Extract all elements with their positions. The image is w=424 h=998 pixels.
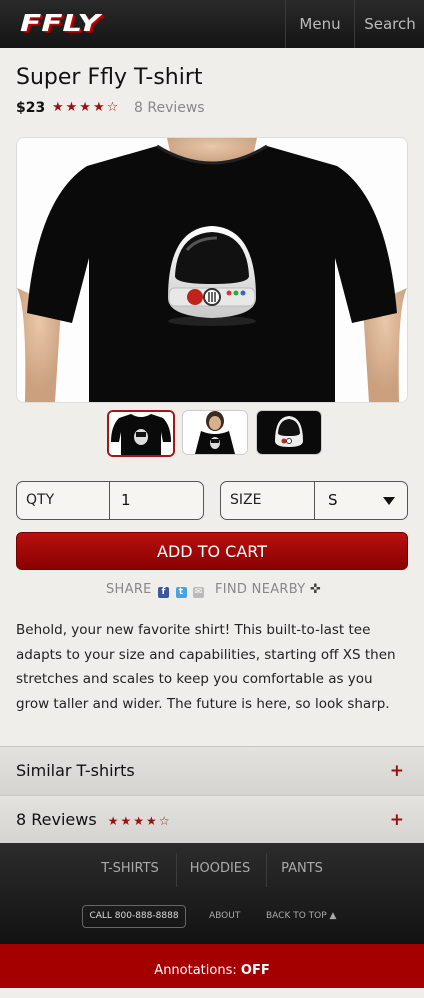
qty-input[interactable]: 1	[121, 482, 131, 519]
footer-divider	[176, 853, 177, 887]
search-button[interactable]: Search	[354, 0, 424, 48]
logo[interactable]: FFLY	[20, 9, 100, 39]
similar-tshirts-title: Similar T-shirts	[16, 761, 135, 780]
thumbnail-front-image	[109, 412, 173, 455]
thumbnail-model[interactable]	[182, 410, 248, 455]
tshirt-illustration	[17, 138, 407, 402]
thumbnail-model-image	[183, 411, 247, 454]
menu-button[interactable]: Menu	[285, 0, 354, 48]
top-header: FFLY Menu Search	[0, 0, 424, 48]
reviews-section[interactable]: 8 Reviews ★★★★☆ +	[0, 795, 424, 844]
size-divider	[314, 482, 315, 519]
review-count-link[interactable]: 8 Reviews	[134, 100, 205, 116]
reviews-title-text: 8 Reviews	[16, 810, 97, 829]
crosshair-icon: ✜	[309, 582, 322, 597]
annotations-toggle[interactable]: Annotations: OFF	[0, 944, 424, 988]
back-to-top-link[interactable]: BACK TO TOP ▲	[266, 905, 336, 928]
qty-label: QTY	[26, 492, 55, 508]
call-button[interactable]: CALL 800-888-8888	[82, 905, 186, 928]
footer-nav-hoodies[interactable]: HOODIES	[180, 843, 260, 887]
find-nearby-label: FIND NEARBY	[215, 582, 306, 597]
facebook-icon[interactable]: f	[158, 587, 170, 598]
footer-nav-pants[interactable]: PANTS	[268, 843, 336, 887]
thumbnail-detail-image	[257, 411, 321, 454]
share-label: SHARE	[106, 582, 152, 597]
footer: T-SHIRTS HOODIES PANTS CALL 800-888-8888…	[0, 843, 424, 944]
thumbnail-front[interactable]	[107, 410, 175, 457]
annotations-label: Annotations:	[154, 963, 237, 978]
size-value[interactable]: S	[328, 482, 338, 519]
expand-icon[interactable]: +	[390, 796, 404, 844]
logo-text: FFLY	[20, 11, 100, 37]
product-price: $23	[16, 100, 46, 116]
about-link[interactable]: ABOUT	[209, 905, 240, 928]
product-title: Super Ffly T-shirt	[16, 65, 203, 90]
qty-divider	[109, 482, 110, 519]
thumbnail-detail[interactable]	[256, 410, 322, 455]
twitter-icon[interactable]: t	[175, 587, 187, 598]
quantity-field[interactable]: QTY 1	[16, 481, 204, 520]
email-icon[interactable]: ✉	[192, 587, 204, 598]
footer-nav-tshirts[interactable]: T-SHIRTS	[90, 843, 170, 887]
expand-icon[interactable]: +	[390, 747, 404, 795]
product-description: Behold, your new favorite shirt! This bu…	[16, 622, 396, 712]
size-label: SIZE	[230, 492, 262, 508]
footer-divider	[266, 853, 267, 887]
annotations-state: OFF	[240, 963, 270, 978]
similar-tshirts-section[interactable]: Similar T-shirts +	[0, 746, 424, 795]
add-to-cart-button[interactable]: ADD TO CART	[16, 532, 408, 570]
chevron-down-icon[interactable]	[383, 497, 395, 505]
reviews-title: 8 Reviews ★★★★☆	[16, 796, 172, 845]
size-select[interactable]: SIZE S	[220, 481, 408, 520]
reviews-stars: ★★★★☆	[107, 814, 172, 828]
rating-stars: ★★★★☆	[52, 100, 121, 115]
product-image[interactable]	[16, 137, 408, 403]
find-nearby-link[interactable]: FIND NEARBY ✜	[215, 582, 321, 597]
share-group: SHARE f t ✉	[106, 582, 204, 598]
